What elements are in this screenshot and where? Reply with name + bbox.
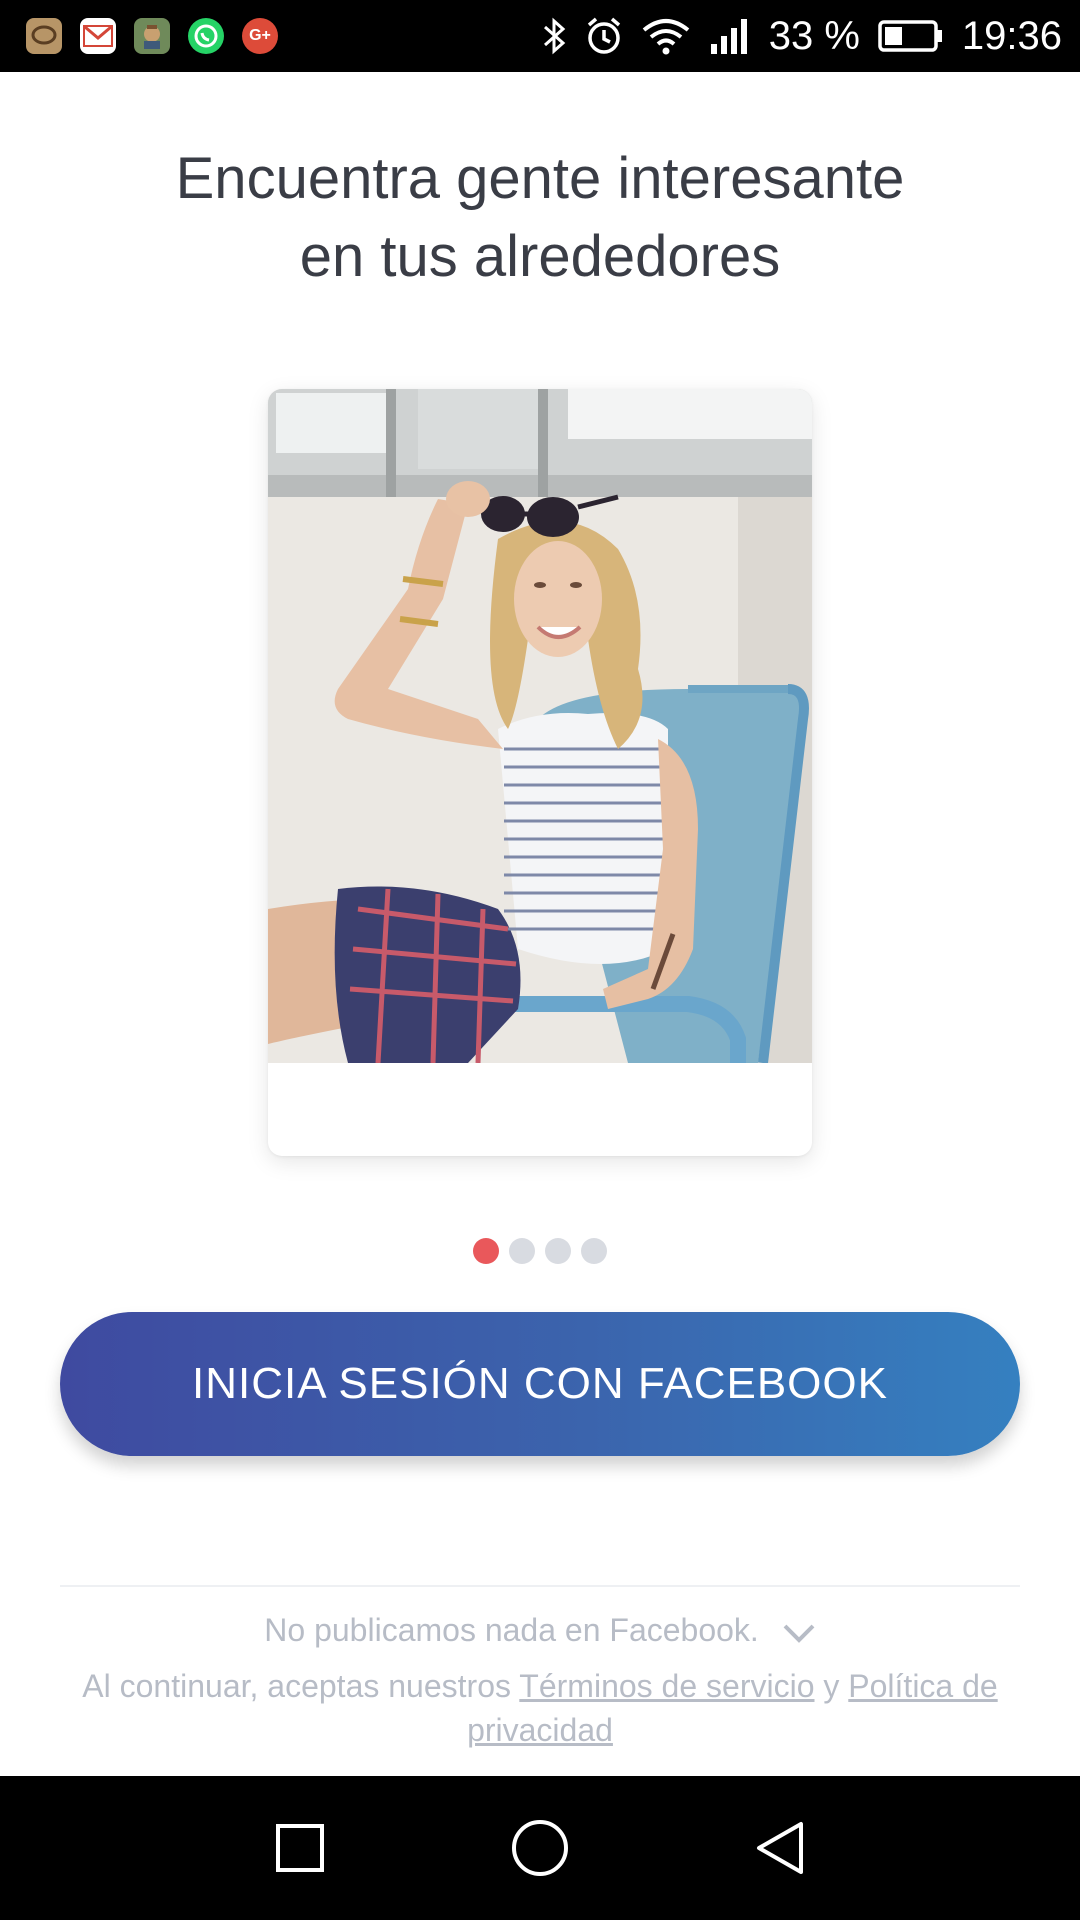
google-plus-label: G+ [249,27,271,44]
recents-button[interactable] [240,1776,360,1920]
legal-text: Al continuar, aceptas nuestros Términos … [60,1664,1020,1752]
title-line-2: en tus alrededores [299,224,781,289]
notification-icons: G+ [26,14,278,58]
carousel-indicator [473,1238,607,1264]
legal-conjunction: y [823,1668,840,1704]
carousel-dot-4[interactable] [581,1238,607,1264]
chat-app-icon [26,18,62,54]
alarm-icon [585,16,623,56]
game-app-icon [134,18,170,54]
page-title: Encuentra gente interesante en tus alred… [0,140,1080,296]
battery-icon [878,16,944,56]
clock: 19:36 [961,13,1062,58]
terms-link[interactable]: Términos de servicio [519,1668,814,1704]
carousel-dot-2[interactable] [509,1238,535,1264]
legal-prefix: Al continuar, aceptas nuestros [82,1668,511,1704]
facebook-privacy-note[interactable]: No publicamos nada en Facebook. [0,1608,1080,1655]
profile-photo [268,389,812,1063]
square-icon [276,1824,324,1872]
circle-icon [512,1820,568,1876]
status-bar: G+ 33 % 19:36 [0,0,1080,72]
gmail-icon [80,18,116,54]
battery-percent: 33 % [768,13,860,58]
carousel-dot-1[interactable] [473,1238,499,1264]
facebook-login-label: INICIA SESIÓN CON FACEBOOK [192,1359,888,1408]
chevron-down-icon[interactable] [782,1611,816,1655]
back-triangle-icon [757,1822,803,1874]
signal-icon [709,16,751,56]
carousel-dot-3[interactable] [545,1238,571,1264]
home-button[interactable] [480,1776,600,1920]
profile-card[interactable] [268,389,812,1156]
title-line-1: Encuentra gente interesante [175,146,905,211]
navigation-bar [0,1776,1080,1920]
divider [60,1585,1020,1587]
google-plus-icon: G+ [242,18,278,54]
whatsapp-icon [188,18,224,54]
back-button[interactable] [720,1776,840,1920]
system-status: 33 % 19:36 [541,0,1062,72]
wifi-icon [641,16,691,56]
facebook-login-button[interactable]: INICIA SESIÓN CON FACEBOOK [60,1312,1020,1456]
bluetooth-icon [541,16,567,56]
note-text: No publicamos nada en Facebook. [264,1612,759,1648]
